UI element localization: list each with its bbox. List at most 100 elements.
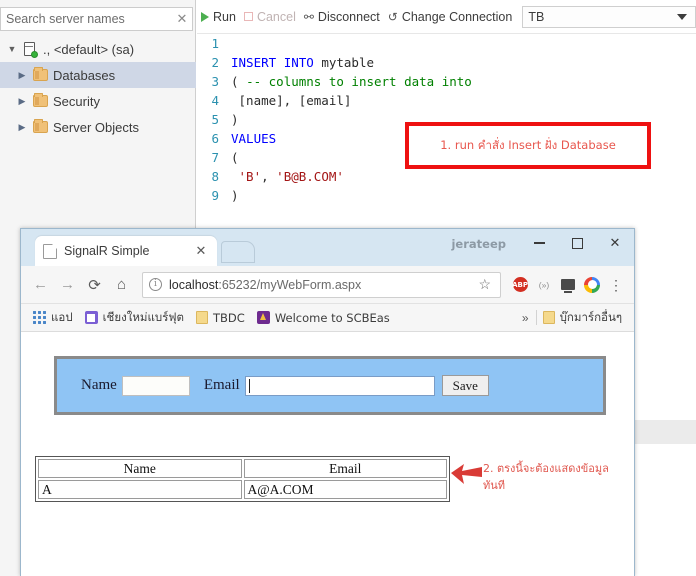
bookmark-label: แอป — [51, 309, 73, 324]
bookmark-other-folder[interactable]: บุ๊กมาร์กอื่นๆ — [537, 307, 628, 329]
chrome-browser-window: SignalR Simple ✕ jerateep ✕ ← → ⟳ ⌂ i lo… — [20, 228, 635, 576]
disconnect-button[interactable]: ⚯ Disconnect — [300, 5, 384, 29]
chevron-right-icon[interactable]: ▶ — [14, 96, 30, 106]
code-line: 9) — [197, 186, 696, 205]
calendar-icon — [84, 311, 98, 324]
screenshot-root: Search server names ✕ ▼ ., <default> (sa… — [0, 0, 696, 576]
change-connection-button[interactable]: ↺ Change Connection — [384, 5, 517, 29]
table-row: A A@A.COM — [38, 480, 447, 499]
back-icon[interactable]: ← — [27, 271, 54, 298]
bookmarks-overflow-icon[interactable]: » — [515, 311, 536, 325]
line-number: 1 — [211, 36, 219, 51]
tree-node-server[interactable]: ▼ ., <default> (sa) — [0, 36, 196, 62]
folder-icon — [30, 93, 50, 107]
close-window-button[interactable]: ✕ — [596, 229, 634, 257]
query-toolbar: Run Cancel ⚯ Disconnect ↺ Change Connect… — [197, 0, 696, 34]
profile-avatar-icon[interactable] — [580, 272, 604, 298]
chevron-right-icon[interactable]: ▶ — [14, 70, 30, 80]
line-text: VALUES — [231, 131, 277, 146]
bookmark-item[interactable]: เชียงใหม่แบร์ฟุต — [79, 307, 190, 329]
tree-node-label: Server Objects — [53, 119, 139, 135]
profile-name-label[interactable]: jerateep — [451, 237, 506, 251]
extension-icon[interactable]: (») — [532, 272, 556, 298]
table-header-row: Name Email — [38, 459, 447, 478]
browser-tab[interactable]: SignalR Simple ✕ — [35, 236, 217, 266]
chevron-down-icon[interactable] — [677, 13, 687, 20]
page-viewport: Name Email Save Name Email A A@A.COM 2. … — [21, 332, 634, 576]
email-input[interactable] — [244, 375, 435, 396]
disconnect-icon: ⚯ — [303, 9, 314, 24]
run-button-label: Run — [213, 9, 236, 24]
chrome-menu-icon[interactable]: ⋮ — [604, 272, 628, 298]
tree-node-label: Databases — [53, 67, 116, 83]
tree-node-databases[interactable]: ▶ Databases — [0, 62, 196, 88]
email-label: Email — [203, 377, 240, 393]
chevron-down-icon[interactable]: ▼ — [4, 44, 20, 54]
adblock-plus-icon[interactable]: ABP — [508, 272, 532, 298]
annotation-2-line2: ทันที — [483, 479, 506, 492]
bookmark-label: TBDC — [213, 310, 245, 325]
page-favicon-icon — [43, 243, 57, 259]
annotation-2: 2. ตรงนี้จะต้องแสดงข้อมูล ทันที — [449, 460, 629, 494]
line-text: ) — [231, 188, 239, 203]
close-icon[interactable]: ✕ — [172, 11, 192, 27]
name-input[interactable] — [121, 375, 190, 396]
tree-node-security[interactable]: ▶ Security — [0, 88, 196, 114]
search-input[interactable]: Search server names — [1, 12, 172, 26]
line-text: 'B', 'B@B.COM' — [238, 169, 344, 184]
line-number: 8 — [211, 169, 219, 184]
annotation-2-line1: 2. ตรงนี้จะต้องแสดงข้อมูล — [483, 462, 609, 475]
play-icon — [201, 11, 209, 22]
cancel-button-label: Cancel — [256, 9, 296, 24]
new-tab-button[interactable] — [221, 241, 255, 263]
home-icon[interactable]: ⌂ — [108, 271, 135, 298]
tree-node-server-objects[interactable]: ▶ Server Objects — [0, 114, 196, 140]
annotation-box-1: 1. run คำสั่ง Insert ฝั่ง Database — [405, 122, 651, 169]
cancel-button[interactable]: Cancel — [240, 5, 300, 29]
bookmark-apps[interactable]: แอป — [27, 307, 79, 329]
server-icon — [20, 41, 40, 58]
object-explorer-tree: ▼ ., <default> (sa) ▶ Databases ▶ Securi… — [0, 36, 196, 140]
code-line: 4 [name], [email] — [197, 91, 696, 110]
address-bar-url: localhost:65232/myWebForm.aspx — [169, 278, 475, 292]
database-dropdown[interactable]: TB — [522, 5, 696, 28]
save-button[interactable]: Save — [441, 375, 489, 396]
name-label: Name — [81, 377, 117, 393]
run-button[interactable]: Run — [197, 5, 240, 29]
address-bar[interactable]: i localhost:65232/myWebForm.aspx ☆ — [142, 271, 501, 298]
line-number: 2 — [211, 55, 219, 70]
code-line: 3 ( -- columns to insert data into — [197, 72, 696, 91]
stop-icon — [243, 12, 253, 21]
bookmark-label: เชียงใหม่แบร์ฟุต — [102, 309, 184, 324]
chevron-right-icon[interactable]: ▶ — [14, 122, 30, 132]
database-dropdown-value: TB — [528, 9, 545, 24]
reload-icon[interactable]: ⟳ — [81, 271, 108, 298]
change-connection-label: Change Connection — [401, 9, 513, 24]
forward-icon[interactable]: → — [54, 271, 81, 298]
bookmark-item[interactable]: TBDC — [190, 307, 251, 329]
minimize-button[interactable] — [520, 229, 558, 257]
extension-badge: (») — [538, 279, 550, 290]
tree-node-label: Security — [53, 93, 100, 109]
folder-icon — [542, 311, 555, 324]
monitor-icon[interactable] — [556, 272, 580, 298]
column-header-email: Email — [243, 459, 447, 478]
line-number: 5 — [211, 112, 219, 127]
close-tab-icon[interactable]: ✕ — [193, 243, 209, 259]
kebab-glyph: ⋮ — [609, 276, 623, 293]
bookmark-item[interactable]: Welcome to SCBEas — [251, 307, 396, 329]
server-search-box[interactable]: Search server names ✕ — [0, 7, 193, 31]
maximize-button[interactable] — [558, 229, 596, 257]
folder-icon — [30, 119, 50, 133]
line-number: 3 — [211, 74, 219, 89]
line-text: ( — [231, 150, 239, 165]
site-info-icon[interactable]: i — [149, 278, 162, 291]
bookmark-star-icon[interactable]: ☆ — [475, 276, 494, 293]
bookmark-label: Welcome to SCBEas — [274, 310, 390, 325]
tree-node-label: ., <default> (sa) — [43, 41, 135, 57]
line-number: 4 — [211, 93, 219, 108]
disconnect-button-label: Disconnect — [317, 9, 380, 24]
line-number: 7 — [211, 150, 219, 165]
window-controls: ✕ — [520, 229, 634, 257]
line-text: INSERT INTO mytable — [231, 55, 375, 70]
